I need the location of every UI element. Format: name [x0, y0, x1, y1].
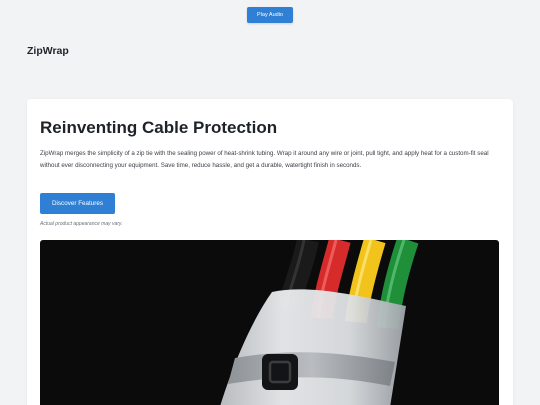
- zip-buckle: [262, 354, 298, 390]
- hero-description: ZipWrap merges the simplicity of a zip t…: [40, 150, 489, 169]
- sleeve: [220, 289, 406, 405]
- hero-title: Reinventing Cable Protection: [40, 118, 278, 137]
- discover-features-button[interactable]: Discover Features: [40, 193, 115, 214]
- hero-card: Reinventing Cable Protection ZipWrap mer…: [27, 99, 513, 405]
- appearance-note: Actual product appearance may vary.: [40, 221, 123, 227]
- play-audio-button[interactable]: Play Audio: [247, 7, 293, 23]
- brand-logo: ZipWrap: [27, 45, 69, 57]
- cable-wrap-illustration: [220, 240, 419, 405]
- product-image: [40, 240, 499, 405]
